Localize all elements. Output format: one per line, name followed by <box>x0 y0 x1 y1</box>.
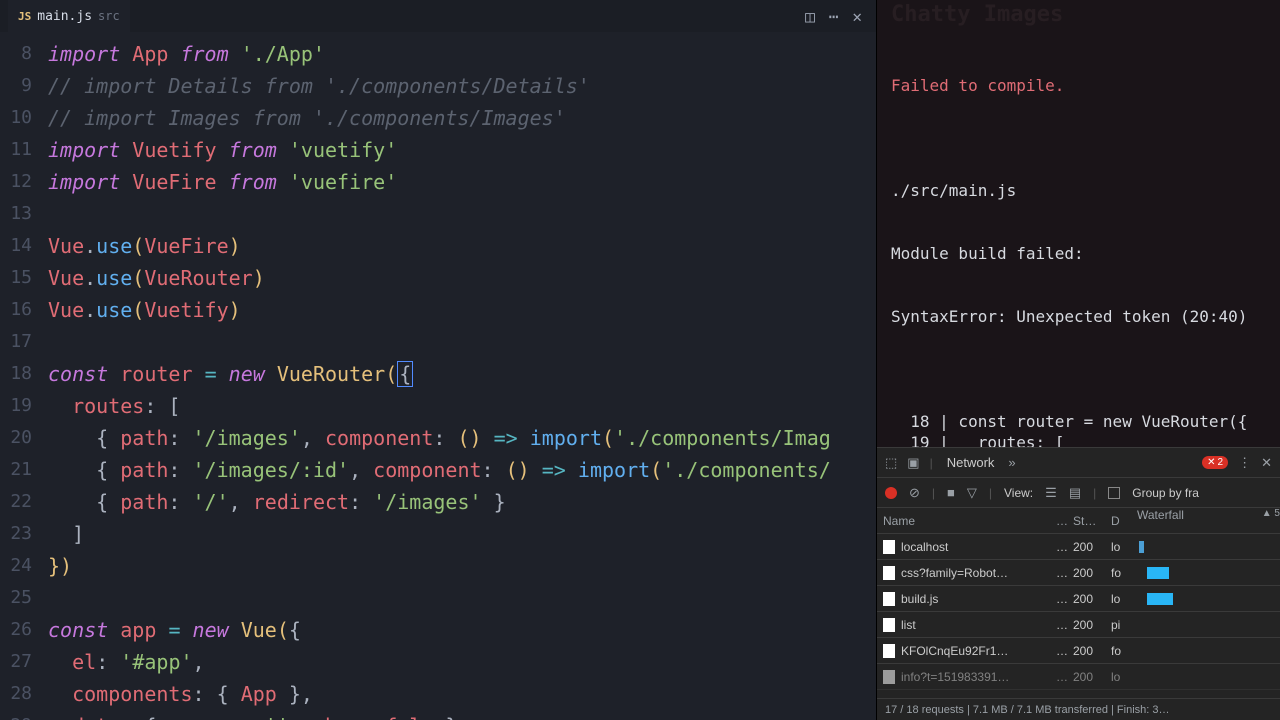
file-icon <box>883 566 895 580</box>
col-waterfall[interactable]: Waterfall▲ 5 <box>1137 508 1280 533</box>
line-number-gutter: 8910111213141516171819202122232425262728… <box>0 32 48 720</box>
tab-bar: JS main.js src ◫ ⋯ ✕ <box>0 0 876 32</box>
view-label: View: <box>1004 486 1033 500</box>
table-row[interactable]: list…200pi <box>877 612 1280 638</box>
network-table: Name … St… D Waterfall▲ 5 localhost…200l… <box>877 508 1280 698</box>
line-number: 9 <box>0 70 32 102</box>
js-icon: JS <box>18 10 31 23</box>
error-badge[interactable]: ✕ 2 <box>1202 456 1228 469</box>
col-initiator[interactable]: … <box>1051 514 1073 528</box>
kebab-icon[interactable]: ⋮ <box>1238 455 1251 471</box>
line-number: 25 <box>0 582 32 614</box>
file-icon <box>883 540 895 554</box>
devtools-header: ⬚ ▣ | Network » ✕ 2 ⋮ ✕ <box>877 448 1280 478</box>
devtools-panel: ⬚ ▣ | Network » ✕ 2 ⋮ ✕ ⊘ | ■ ▽ | View: … <box>877 447 1280 720</box>
line-number: 18 <box>0 358 32 390</box>
line-number: 29 <box>0 710 32 720</box>
group-checkbox[interactable] <box>1108 487 1120 499</box>
watermark-text: Chatty Images <box>891 4 1063 25</box>
view-list-icon[interactable]: ☰ <box>1045 485 1057 501</box>
line-number: 28 <box>0 678 32 710</box>
table-header[interactable]: Name … St… D Waterfall▲ 5 <box>877 508 1280 534</box>
line-number: 11 <box>0 134 32 166</box>
close-icon[interactable]: ✕ <box>852 7 862 26</box>
line-number: 21 <box>0 454 32 486</box>
camera-icon[interactable]: ■ <box>947 485 955 500</box>
error-title: Failed to compile. <box>891 75 1266 96</box>
line-number: 12 <box>0 166 32 198</box>
line-number: 14 <box>0 230 32 262</box>
filter-icon[interactable]: ▽ <box>967 485 977 501</box>
table-row[interactable]: KFOlCnqEu92Fr1……200fo <box>877 638 1280 664</box>
tab-filename: main.js <box>37 9 92 24</box>
line-number: 10 <box>0 102 32 134</box>
table-row[interactable]: localhost…200lo <box>877 534 1280 560</box>
line-number: 16 <box>0 294 32 326</box>
table-row[interactable]: css?family=Robot……200fo <box>877 560 1280 586</box>
file-icon <box>883 670 895 684</box>
error-file: ./src/main.js <box>891 180 1266 201</box>
inspect-icon[interactable]: ⬚ <box>885 455 897 471</box>
code-area[interactable]: 8910111213141516171819202122232425262728… <box>0 32 876 720</box>
file-icon <box>883 618 895 632</box>
group-label: Group by fra <box>1132 486 1199 500</box>
file-icon <box>883 592 895 606</box>
clear-icon[interactable]: ⊘ <box>909 485 920 501</box>
table-row[interactable]: build.js…200lo <box>877 586 1280 612</box>
error-context: 18 | const router = new VueRouter({ 19 |… <box>891 411 1266 447</box>
more-icon[interactable]: ⋯ <box>829 7 839 26</box>
close-devtools-icon[interactable]: ✕ <box>1261 455 1272 471</box>
col-name[interactable]: Name <box>883 514 1051 528</box>
line-number: 24 <box>0 550 32 582</box>
line-number: 15 <box>0 262 32 294</box>
error-overlay: Chatty Images Failed to compile. ./src/m… <box>877 0 1280 447</box>
line-number: 26 <box>0 614 32 646</box>
line-number: 20 <box>0 422 32 454</box>
table-row[interactable]: info?t=151983391……200lo <box>877 664 1280 690</box>
device-icon[interactable]: ▣ <box>907 455 919 471</box>
line-number: 19 <box>0 390 32 422</box>
line-number: 27 <box>0 646 32 678</box>
devtools-status-bar: 17 / 18 requests | 7.1 MB / 7.1 MB trans… <box>877 698 1280 720</box>
tab-actions: ◫ ⋯ ✕ <box>805 7 876 26</box>
col-domain[interactable]: D <box>1111 514 1137 528</box>
col-status[interactable]: St… <box>1073 514 1111 528</box>
line-number: 23 <box>0 518 32 550</box>
chevron-right-icon[interactable]: » <box>1008 455 1015 470</box>
line-number: 22 <box>0 486 32 518</box>
line-number: 17 <box>0 326 32 358</box>
record-icon[interactable] <box>885 487 897 499</box>
split-editor-icon[interactable]: ◫ <box>805 7 815 26</box>
editor-pane: JS main.js src ◫ ⋯ ✕ 8910111213141516171… <box>0 0 876 720</box>
devtools-toolbar: ⊘ | ■ ▽ | View: ☰ ▤ | Group by fra <box>877 478 1280 508</box>
right-pane: Chatty Images Failed to compile. ./src/m… <box>876 0 1280 720</box>
code-content[interactable]: import App from './App'// import Details… <box>48 32 876 720</box>
line-number: 13 <box>0 198 32 230</box>
line-number: 8 <box>0 38 32 70</box>
error-msg-1: Module build failed: <box>891 243 1266 264</box>
file-tab[interactable]: JS main.js src <box>8 0 130 32</box>
tab-network[interactable]: Network <box>943 455 999 470</box>
tab-path: src <box>98 9 120 23</box>
error-msg-2: SyntaxError: Unexpected token (20:40) <box>891 306 1266 327</box>
view-frame-icon[interactable]: ▤ <box>1069 485 1081 501</box>
file-icon <box>883 644 895 658</box>
